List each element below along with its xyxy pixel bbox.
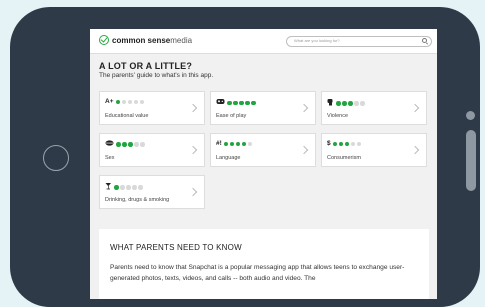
- chevron-right-icon: [188, 103, 198, 113]
- rating-dot-filled: [223, 141, 229, 147]
- a-plus-icon: A+: [105, 98, 114, 105]
- card-label: Language: [216, 155, 241, 161]
- fist-icon: [327, 98, 334, 109]
- chevron-right-icon: [299, 103, 309, 113]
- card-label: Consumerism: [327, 155, 361, 161]
- search-icon[interactable]: [422, 38, 427, 43]
- parents-need-to-know-panel: WHAT PARENTS NEED TO KNOW Parents need t…: [99, 229, 429, 299]
- search-input[interactable]: What are you looking for?: [286, 36, 432, 47]
- rating-dot-filled: [342, 101, 347, 106]
- camera-icon: [466, 111, 475, 120]
- rating-dot-empty: [350, 141, 356, 147]
- top-bar: common sense media What are you looking …: [90, 29, 437, 54]
- rating-dots: [223, 141, 254, 147]
- rating-dot-empty: [140, 142, 145, 147]
- rating-dot-empty: [121, 99, 126, 105]
- rating-dot-empty: [138, 185, 143, 190]
- card-label: Educational value: [105, 113, 149, 119]
- rating-dot-empty: [354, 101, 359, 106]
- language-icon: #!: [216, 140, 222, 147]
- rating-dots: [115, 99, 146, 105]
- rating-card-educational-value[interactable]: A+ Educational value: [99, 91, 205, 125]
- rating-dot-empty: [120, 185, 125, 190]
- rating-dot-filled: [245, 100, 250, 106]
- rating-dots: [116, 142, 146, 147]
- rating-dot-filled: [348, 101, 353, 106]
- checkmark-logo-icon: [99, 35, 109, 45]
- chevron-right-icon: [410, 145, 420, 155]
- gamepad-icon: [216, 98, 225, 108]
- search-placeholder: What are you looking for?: [294, 38, 340, 43]
- rating-card-consumerism[interactable]: $ Consumerism: [321, 133, 427, 167]
- rating-dot-filled: [128, 142, 133, 147]
- rating-dot-filled: [336, 101, 341, 106]
- card-label: Drinking, drugs & smoking: [105, 197, 170, 203]
- rating-dot-filled: [114, 185, 119, 190]
- brand-suffix: media: [170, 35, 193, 45]
- rating-dots: [336, 101, 366, 106]
- rating-card-drinking-drugs-smoking[interactable]: Drinking, drugs & smoking: [99, 175, 205, 209]
- rating-card-language[interactable]: #! Language: [210, 133, 316, 167]
- rating-card-violence[interactable]: Violence: [321, 91, 427, 125]
- card-label: Ease of play: [216, 113, 247, 119]
- chevron-right-icon: [299, 145, 309, 155]
- rating-dot-filled: [233, 100, 238, 106]
- rating-dot-empty: [133, 99, 138, 105]
- card-label: Violence: [327, 113, 348, 119]
- chevron-right-icon: [188, 187, 198, 197]
- rating-dot-empty: [360, 101, 365, 106]
- rating-dot-filled: [338, 141, 344, 147]
- section-title: WHAT PARENTS NEED TO KNOW: [110, 243, 242, 252]
- rating-card-ease-of-play[interactable]: Ease of play: [210, 91, 316, 125]
- rating-card-sex[interactable]: Sex: [99, 133, 205, 167]
- chevron-right-icon: [410, 103, 420, 113]
- rating-dot-filled: [235, 141, 241, 147]
- rating-dots: [114, 185, 144, 190]
- rating-dots: [332, 141, 363, 147]
- rating-dot-filled: [251, 100, 256, 106]
- rating-dot-empty: [356, 141, 362, 147]
- logo[interactable]: common sense media: [99, 35, 192, 45]
- rating-dot-empty: [126, 185, 131, 190]
- lips-icon: [105, 140, 114, 149]
- rating-dot-empty: [139, 99, 144, 105]
- app-screen: common sense media What are you looking …: [90, 29, 437, 299]
- rating-dots: [227, 100, 257, 106]
- rating-dot-filled: [227, 100, 232, 106]
- chevron-right-icon: [188, 145, 198, 155]
- drink-icon: [105, 182, 112, 193]
- tablet-device: common sense media What are you looking …: [10, 7, 480, 307]
- rating-dot-filled: [241, 141, 247, 147]
- rating-dot-empty: [134, 142, 139, 147]
- rating-dot-empty: [132, 185, 137, 190]
- page-title: A LOT OR A LITTLE?: [99, 61, 193, 71]
- rating-dot-empty: [247, 141, 253, 147]
- rating-dot-filled: [344, 141, 350, 147]
- rating-dot-filled: [229, 141, 235, 147]
- rating-dot-filled: [239, 100, 244, 106]
- rating-dot-filled: [115, 99, 120, 105]
- card-label: Sex: [105, 155, 115, 161]
- section-text: Parents need to know that Snapchat is a …: [110, 264, 405, 282]
- brand-name: common sense: [112, 35, 171, 45]
- rating-dot-filled: [116, 142, 121, 147]
- rating-dot-filled: [332, 141, 338, 147]
- dollar-icon: $: [327, 140, 331, 147]
- side-button[interactable]: [466, 130, 476, 191]
- home-button[interactable]: [43, 145, 69, 171]
- rating-dot-empty: [127, 99, 132, 105]
- rating-dot-filled: [122, 142, 127, 147]
- page-subtitle: The parents' guide to what's in this app…: [99, 72, 214, 79]
